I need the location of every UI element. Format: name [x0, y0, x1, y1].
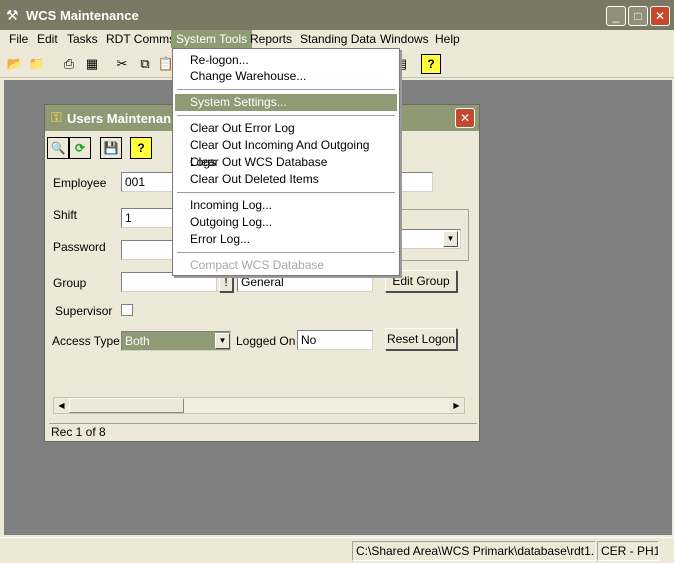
supervisor-checkbox[interactable] [121, 304, 133, 316]
scroll-thumb[interactable] [69, 398, 184, 413]
site-code: CER - PH1 [597, 541, 659, 561]
system-tools-menu: Re-logon... Change Warehouse... System S… [172, 48, 400, 276]
group-label: Group [53, 276, 87, 290]
open-folder-icon[interactable]: 📂 [4, 53, 26, 75]
password-label: Password [53, 240, 106, 254]
menu-tasks[interactable]: Tasks [62, 30, 103, 48]
menu-item-clear-error-log[interactable]: Clear Out Error Log [175, 120, 397, 137]
access-type-dropdown-icon[interactable]: ▼ [215, 333, 230, 349]
menu-file[interactable]: File [4, 30, 33, 48]
copy-icon[interactable]: ⧉ [134, 53, 156, 75]
maximize-button[interactable]: □ [628, 6, 648, 26]
employee-label: Employee [53, 176, 107, 190]
reset-logon-button[interactable]: Reset Logon [385, 328, 457, 350]
shift-label: Shift [53, 208, 78, 222]
menu-help[interactable]: Help [430, 30, 465, 48]
database-path: C:\Shared Area\WCS Primark\database\rdt1… [352, 541, 596, 561]
find-icon[interactable]: 🔍 [47, 137, 69, 159]
menu-standing-data[interactable]: Standing Data [295, 30, 381, 48]
scroll-right-icon[interactable]: ▶ [449, 398, 464, 413]
logged-on-label: Logged On [236, 334, 296, 348]
menu-item-system-settings[interactable]: System Settings... [175, 94, 397, 111]
menu-reports[interactable]: Reports [245, 30, 297, 48]
title-bar[interactable]: ⚒ WCS Maintenance _ □ ✕ [0, 0, 674, 30]
close-button[interactable]: ✕ [650, 6, 670, 26]
minimize-button[interactable]: _ [606, 6, 626, 26]
menu-item-relogon[interactable]: Re-logon... [175, 52, 397, 69]
menu-bar: File Edit Tasks RDT Comms System Tools R… [0, 30, 674, 48]
wrench-icon: ⚒ [6, 7, 19, 23]
scroll-left-icon[interactable]: ◀ [54, 398, 69, 413]
horizontal-scrollbar[interactable]: ◀ ▶ [53, 397, 465, 414]
print-icon[interactable]: ⎙ [58, 53, 80, 75]
users-window-title: Users Maintenan [67, 111, 172, 126]
status-bar: C:\Shared Area\WCS Primark\database\rdt1… [0, 537, 674, 563]
menu-item-clear-logs[interactable]: Clear Out Incoming And Outgoing Logs [175, 137, 397, 169]
logged-on-field: No [297, 330, 373, 350]
menu-item-clear-deleted-items[interactable]: Clear Out Deleted Items [175, 171, 397, 188]
app-window: ⚒ WCS Maintenance _ □ ✕ File Edit Tasks … [0, 0, 674, 563]
menu-separator [177, 89, 395, 90]
menu-separator [177, 115, 395, 116]
menu-item-clear-database[interactable]: Clear Out WCS Database [175, 154, 397, 171]
warehouse-dropdown-icon[interactable]: ▼ [443, 231, 458, 247]
cut-icon[interactable]: ✂ [111, 53, 133, 75]
window-title: WCS Maintenance [26, 8, 139, 23]
help-icon[interactable]: ? [130, 137, 152, 159]
key-icon: ⚿ [51, 109, 62, 125]
menu-item-change-warehouse[interactable]: Change Warehouse... [175, 68, 397, 85]
menu-system-tools[interactable]: System Tools [171, 30, 253, 48]
record-status: Rec 1 of 8 [49, 423, 477, 441]
menu-separator [177, 192, 395, 193]
menu-item-outgoing-log[interactable]: Outgoing Log... [175, 214, 397, 231]
employee-name-field[interactable] [401, 172, 433, 192]
menu-windows[interactable]: Windows [375, 30, 434, 48]
refresh-icon[interactable]: ⟳ [69, 137, 91, 159]
menu-separator [177, 252, 395, 253]
users-window-close-button[interactable]: ✕ [455, 108, 475, 128]
menu-rdt-comms[interactable]: RDT Comms [101, 30, 180, 48]
save-icon[interactable]: 💾 [100, 137, 122, 159]
folder-icon[interactable]: 📁 [26, 53, 48, 75]
help-icon[interactable]: ? [421, 54, 441, 74]
calculator-icon[interactable]: ▦ [81, 53, 103, 75]
menu-item-compact-database: Compact WCS Database [190, 258, 325, 272]
menu-item-error-log[interactable]: Error Log... [175, 231, 397, 248]
menu-item-incoming-log[interactable]: Incoming Log... [175, 197, 397, 214]
menu-edit[interactable]: Edit [32, 30, 63, 48]
access-type-label: Access Type [52, 334, 120, 348]
supervisor-label: Supervisor [55, 304, 113, 318]
